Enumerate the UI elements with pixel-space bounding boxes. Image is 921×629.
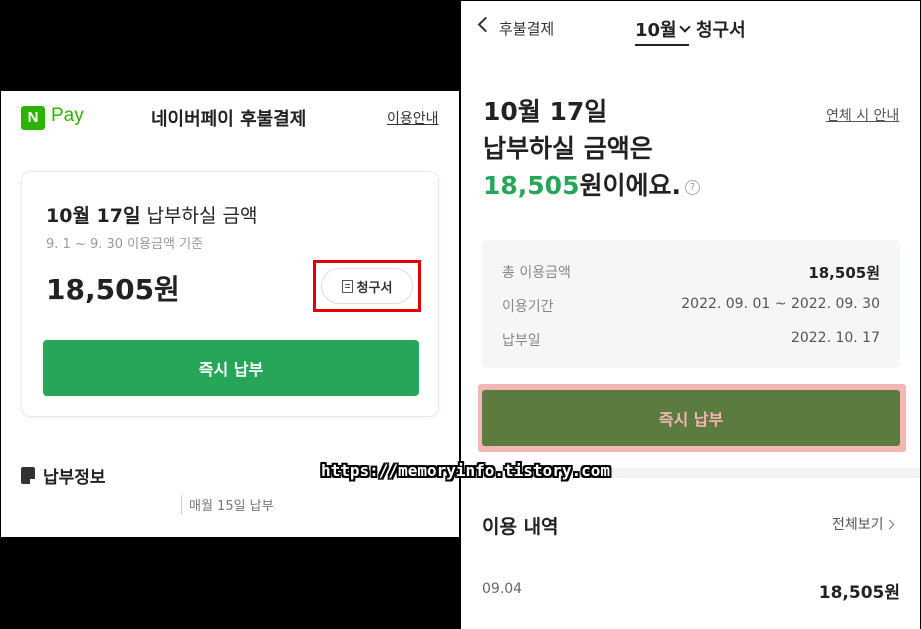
history-amount: 18,505원 <box>818 583 900 603</box>
month-selector[interactable]: 10월 <box>635 16 691 46</box>
bill-summary: 총 이용금액 18,505원 이용기간 2022. 09. 01 ~ 2022.… <box>482 240 900 368</box>
back-button[interactable]: 후불결제 <box>499 18 554 39</box>
help-icon[interactable]: ? <box>684 179 700 195</box>
back-chevron-icon[interactable] <box>477 16 494 33</box>
due-date: 10월 17일 <box>46 205 141 227</box>
note-icon <box>21 467 35 484</box>
pay-now-button[interactable]: 즉시 납부 <box>43 340 419 396</box>
history-date: 09.04 <box>482 581 523 597</box>
highlight-box: 청구서 <box>313 260 421 312</box>
watermark-text: https://memoryinfo.tistory.com <box>321 461 610 480</box>
pay-now-label: 즉시 납부 <box>198 360 264 379</box>
view-all-label: 전체보기 <box>832 517 884 533</box>
pay-now-button[interactable]: 즉시 납부 <box>482 390 900 446</box>
due-label: 납부일 <box>502 333 541 349</box>
guide-link[interactable]: 이용안내 <box>387 108 439 128</box>
document-icon <box>341 279 353 293</box>
header: N Pay 네이버페이 후불결제 이용안내 <box>1 91 459 145</box>
payment-info-heading: 납부정보 <box>21 463 106 488</box>
history-title: 이용 내역 <box>482 516 559 538</box>
overdue-guide-link[interactable]: 연체 시 안내 <box>826 105 899 125</box>
header: 후불결제 10월 청구서 <box>461 1 920 57</box>
headline-label: 납부하실 금액은 <box>483 134 653 163</box>
card-title: 10월 17일 납부하실 금액 <box>46 201 257 228</box>
payment-card: 10월 17일 납부하실 금액 9. 1 ~ 9. 30 이용금액 기준 18,… <box>21 171 439 417</box>
bill-button[interactable]: 청구서 <box>321 268 413 304</box>
due-value: 2022. 10. 17 <box>790 330 880 346</box>
total-value: 18,505원 <box>808 264 880 282</box>
headline-suffix: 원이에요. <box>579 171 681 200</box>
headline-amount-line: 18,505원이에요.? <box>483 167 700 204</box>
pay-now-label: 즉시 납부 <box>658 410 724 429</box>
payment-info-label: 납부정보 <box>43 468 106 488</box>
period-label: 이용기간 <box>502 299 554 315</box>
usage-period: 9. 1 ~ 9. 30 이용금액 기준 <box>46 237 204 252</box>
headline: 10월 17일 납부하실 금액은 18,505원이에요.? <box>483 93 700 204</box>
highlight-box: 즉시 납부 <box>478 384 906 452</box>
total-label: 총 이용금액 <box>502 265 571 281</box>
right-panel: 후불결제 10월 청구서 10월 17일 납부하실 금액은 18,505원이에요… <box>461 1 920 629</box>
period-value: 2022. 09. 01 ~ 2022. 09. 30 <box>681 296 880 312</box>
page-title: 네이버페이 후불결제 <box>151 109 307 130</box>
chevron-down-icon <box>678 21 691 33</box>
amount-due: 18,505원 <box>46 273 180 306</box>
month-label: 10월 <box>635 20 677 41</box>
due-label: 납부하실 금액 <box>140 205 258 227</box>
chevron-right-icon <box>884 519 894 530</box>
headline-date: 10월 17일 <box>483 97 608 126</box>
bill-button-label: 청구서 <box>356 280 393 296</box>
headline-amount: 18,505 <box>483 171 580 200</box>
npay-logo: N <box>21 106 45 130</box>
logo-pay-text: Pay <box>51 105 84 126</box>
page-title: 청구서 <box>696 20 746 41</box>
due-day-text: 매월 15일 납부 <box>181 495 274 514</box>
view-all-link[interactable]: 전체보기 <box>832 514 894 534</box>
